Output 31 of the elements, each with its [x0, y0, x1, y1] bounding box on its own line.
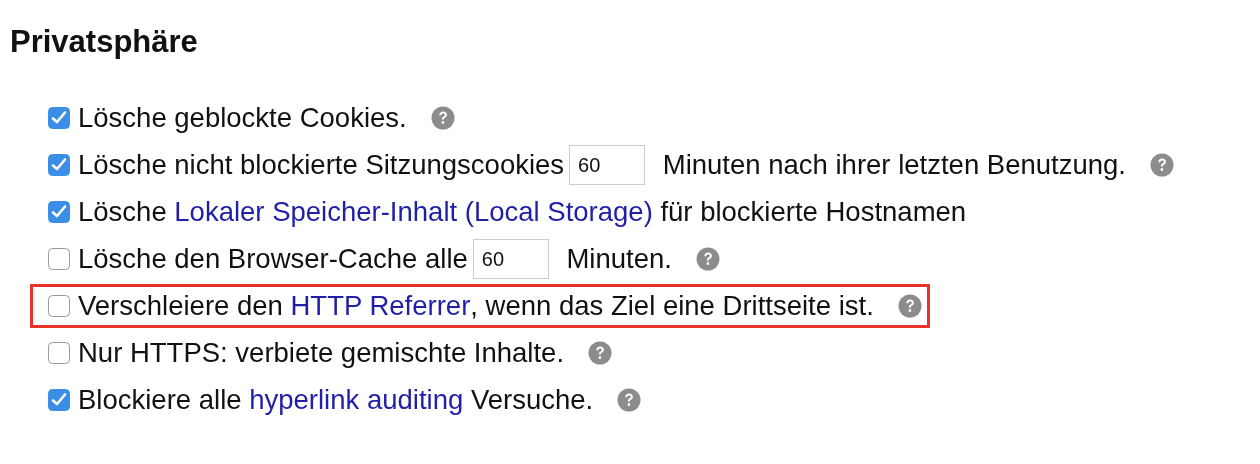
option-label: Lösche geblockte Cookies. — [78, 102, 407, 134]
checkbox[interactable] — [48, 342, 70, 364]
checkbox[interactable] — [48, 154, 70, 176]
checkbox[interactable] — [48, 389, 70, 411]
option-label: Blockiere alle — [78, 384, 242, 416]
option-link[interactable]: hyperlink auditing — [249, 384, 464, 416]
minutes-input[interactable]: 60 — [472, 239, 549, 279]
help-icon[interactable] — [695, 247, 720, 271]
minutes-input[interactable]: 60 — [569, 145, 646, 185]
option-label: für blockierte Hostnamen — [659, 196, 967, 228]
option-label: Lösche — [78, 196, 167, 228]
option-link[interactable]: Lokaler Speicher-Inhalt (Local Storage) — [174, 196, 653, 228]
help-icon[interactable] — [588, 341, 613, 365]
option-label: Versuche. — [469, 384, 594, 416]
help-icon[interactable] — [1149, 153, 1174, 177]
option-link[interactable]: HTTP Referrer — [290, 290, 471, 322]
checkbox[interactable] — [48, 107, 70, 129]
checkbox[interactable] — [48, 248, 70, 270]
help-icon[interactable] — [430, 106, 455, 130]
option-label: Lösche nicht blockierte Sitzungscookies — [78, 149, 565, 181]
option-label: Verschleiere den — [78, 290, 283, 322]
checkbox[interactable] — [48, 201, 70, 223]
checkbox[interactable] — [48, 295, 70, 317]
option-label: , wenn das Ziel eine Drittseite ist. — [470, 290, 874, 322]
option-label: Minuten nach ihrer letzten Benutzung. — [661, 149, 1126, 181]
help-icon[interactable] — [617, 388, 642, 412]
option-label: Minuten. — [565, 243, 672, 275]
option-label: Nur HTTPS: verbiete gemischte Inhalte. — [78, 337, 565, 369]
option-label: Lösche den Browser-Cache alle — [78, 243, 468, 275]
section-title: Privatsphäre — [9, 23, 199, 61]
help-icon[interactable] — [897, 294, 922, 318]
